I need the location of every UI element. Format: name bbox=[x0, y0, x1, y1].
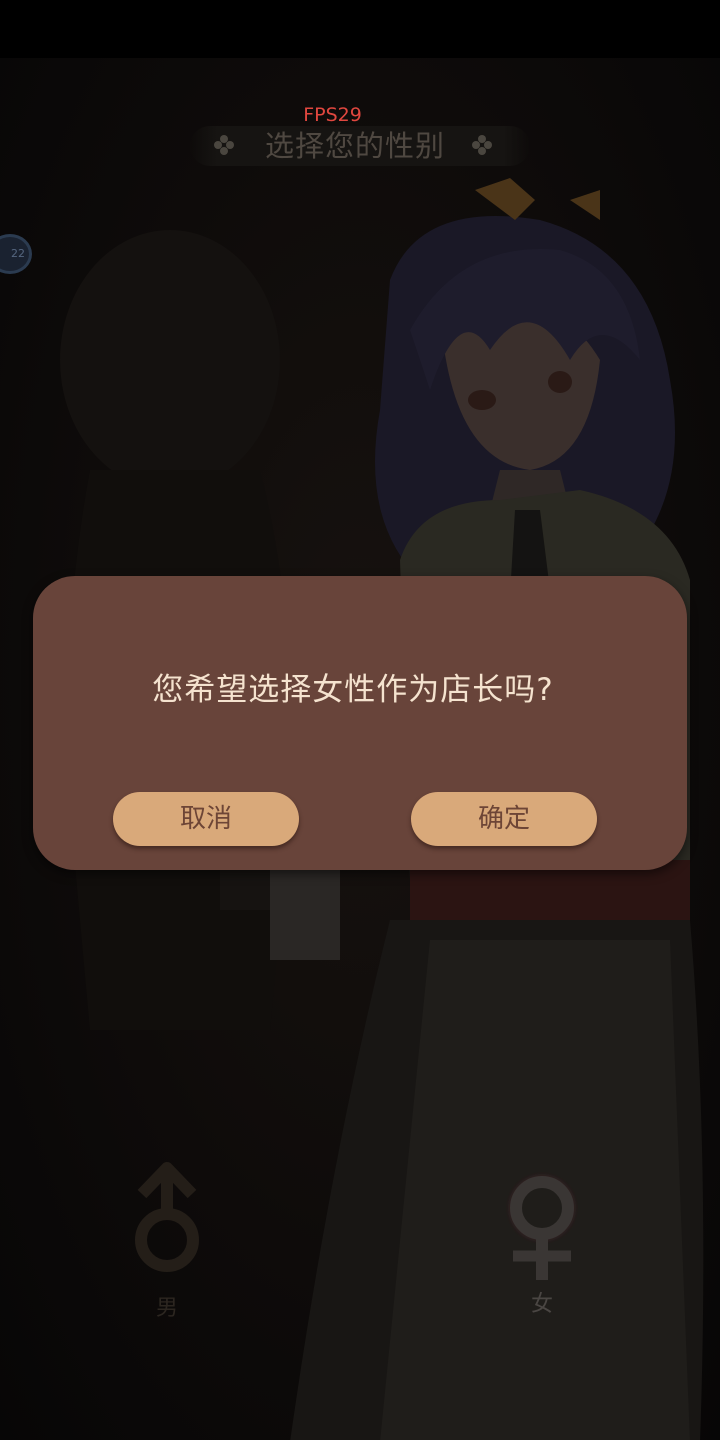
confirm-button[interactable]: 确定 bbox=[411, 792, 597, 846]
female-label[interactable]: 女 bbox=[495, 1286, 589, 1318]
fps-counter: FPS29 bbox=[303, 104, 362, 126]
status-bar bbox=[0, 0, 720, 58]
dialog-message: 您希望选择女性作为店长吗? bbox=[152, 672, 554, 708]
cancel-button[interactable]: 取消 bbox=[113, 792, 299, 846]
game-screen: FPS29 选择您的性别 22 男 女 您希望选择女性作为店长吗? 取消 确定 bbox=[0, 0, 720, 1440]
clover-icon bbox=[472, 135, 492, 155]
male-label[interactable]: 男 bbox=[120, 1290, 214, 1322]
